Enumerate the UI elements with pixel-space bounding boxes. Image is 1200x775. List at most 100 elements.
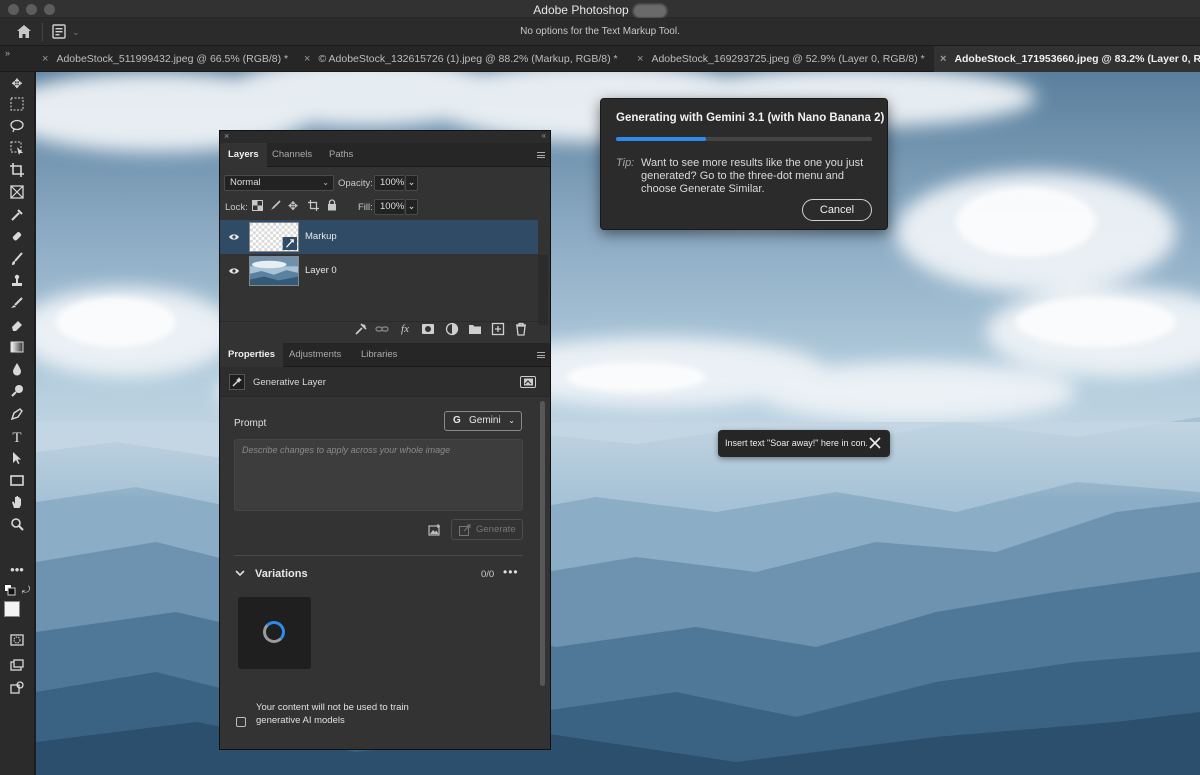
hand-icon[interactable] [8, 495, 26, 513]
tab-adjustments[interactable]: Adjustments [281, 343, 349, 367]
markup-layer-thumbnail [249, 222, 299, 252]
path-select-icon[interactable] [8, 451, 26, 469]
eraser-icon[interactable] [8, 318, 26, 336]
tab-channels[interactable]: Channels [264, 143, 320, 167]
eyedropper-icon[interactable] [8, 208, 26, 226]
tab-label: AdobeStock_511999432.jpeg @ 66.5% (RGB/8… [56, 53, 289, 65]
tab-label: AdobeStock_169293725.jpeg @ 52.9% (Layer… [651, 53, 925, 65]
close-panel-icon[interactable]: × [224, 131, 229, 141]
layers-panel-menu-icon[interactable] [537, 152, 545, 158]
more-options-icon[interactable]: ••• [503, 565, 519, 579]
photoshop-window: Adobe Photoshop ⌄ No options for the Tex… [0, 0, 1200, 775]
lasso-icon[interactable] [8, 119, 26, 137]
markup-note[interactable]: Insert text "Soar away!" here in con... [718, 430, 890, 457]
dodge-icon[interactable] [8, 384, 26, 402]
new-layer-icon[interactable] [491, 322, 505, 336]
collapse-panel-icon[interactable]: « [542, 131, 546, 140]
generative-image-icon[interactable] [520, 376, 536, 388]
document-tab-4[interactable]: × AdobeStock_171953660.jpeg @ 83.2% (Laye… [934, 46, 1200, 72]
generative-layer-icon [229, 374, 245, 390]
object-select-icon[interactable] [8, 141, 26, 159]
blurred-title-region [632, 3, 667, 18]
tab-layers[interactable]: Layers [220, 143, 267, 167]
close-tab-icon[interactable]: × [304, 53, 310, 65]
opacity-input[interactable]: 100% [374, 175, 404, 191]
group-folder-icon[interactable] [468, 322, 482, 336]
close-tab-icon[interactable]: × [940, 53, 946, 65]
lock-position-icon[interactable]: ✥ [288, 199, 298, 213]
more-tools-icon[interactable]: ••• [8, 561, 26, 579]
chain-link-icon[interactable] [375, 322, 389, 336]
trash-icon[interactable] [514, 322, 528, 336]
default-colors-icon[interactable] [4, 583, 16, 596]
tab-properties[interactable]: Properties [220, 343, 283, 367]
type-icon[interactable]: T [8, 429, 26, 447]
model-select[interactable]: G Gemini ⌄ [444, 411, 522, 431]
marquee-icon[interactable] [8, 97, 26, 115]
blend-mode-select[interactable]: Normal ⌄ [224, 175, 334, 191]
cancel-button[interactable]: Cancel [802, 199, 872, 221]
variation-thumbnail-loading[interactable] [238, 597, 311, 669]
brush-icon[interactable] [8, 252, 26, 270]
tab-paths[interactable]: Paths [321, 143, 361, 167]
expand-panels-icon[interactable]: » [5, 48, 10, 58]
lock-all-icon[interactable] [327, 199, 337, 211]
layers-scroll-track[interactable] [538, 255, 548, 325]
foreground-color-swatch[interactable] [4, 601, 20, 617]
tab-label: AdobeStock_171953660.jpeg @ 83.2% (Layer… [954, 53, 1200, 65]
screen-mode-icon[interactable] [8, 659, 26, 677]
quick-mask-icon[interactable] [8, 633, 26, 651]
fill-dropdown-icon[interactable]: ⌄ [405, 199, 418, 215]
generating-title: Generating with Gemini 3.1 (with Nano Ba… [616, 112, 885, 124]
link-layers-icon[interactable] [354, 322, 368, 336]
section-divider [234, 555, 523, 556]
chevron-down-icon: ⌄ [508, 416, 515, 425]
close-tab-icon[interactable]: × [42, 53, 48, 65]
layer-row-markup[interactable]: Markup [220, 220, 538, 254]
zoom-icon[interactable] [8, 517, 26, 535]
document-tab-1[interactable]: × AdobeStock_511999432.jpeg @ 66.5% (RGB/… [36, 46, 301, 72]
document-tab-bar: » × AdobeStock_511999432.jpeg @ 66.5% (RG… [0, 46, 1200, 72]
opacity-dropdown-icon[interactable]: ⌄ [405, 175, 418, 191]
move-icon[interactable]: ✥ [8, 75, 26, 93]
fill-input[interactable]: 100% [374, 199, 404, 215]
document-tab-2[interactable]: × © AdobeStock_132615726 (1).jpeg @ 88.2%… [298, 46, 630, 72]
properties-scrollbar[interactable] [540, 401, 545, 686]
crop-icon[interactable] [8, 163, 26, 181]
chevron-down-icon[interactable] [235, 568, 245, 578]
fx-icon[interactable]: fx [398, 322, 412, 336]
tip-text: Want to see more results like the one yo… [641, 157, 864, 195]
visibility-eye-icon[interactable] [228, 231, 240, 243]
lock-transparent-pixels-icon[interactable] [252, 200, 263, 211]
layer-name: Layer 0 [305, 265, 337, 276]
adjustment-layer-icon[interactable] [445, 322, 459, 336]
swap-colors-icon[interactable]: ⤾ [20, 582, 32, 596]
spot-healing-icon[interactable] [8, 230, 26, 248]
properties-panel-menu-icon[interactable] [537, 352, 545, 358]
layer-row-layer0[interactable]: Layer 0 [220, 254, 538, 288]
reference-image-icon[interactable] [428, 523, 442, 537]
generate-button[interactable]: Generate [451, 519, 523, 540]
frame-icon[interactable] [8, 185, 26, 203]
lock-image-pixels-icon[interactable] [270, 200, 281, 211]
progress-fill [616, 137, 706, 141]
visibility-eye-icon[interactable] [228, 265, 240, 277]
gradient-icon[interactable] [8, 340, 26, 358]
rectangle-icon[interactable] [8, 473, 26, 491]
history-brush-icon[interactable] [8, 296, 26, 314]
stamp-icon[interactable] [8, 274, 26, 292]
blur-icon[interactable] [8, 362, 26, 380]
add-mask-icon[interactable] [421, 322, 435, 336]
lock-artboard-icon[interactable] [308, 200, 319, 211]
generate-icon [459, 524, 471, 536]
properties-tab-row: Properties Adjustments Libraries [220, 343, 550, 367]
layer-name: Markup [305, 231, 337, 242]
document-tab-3[interactable]: × AdobeStock_169293725.jpeg @ 52.9% (Laye… [631, 46, 933, 72]
prompt-placeholder: Describe changes to apply across your wh… [242, 445, 451, 455]
prompt-input[interactable]: Describe changes to apply across your wh… [234, 439, 523, 511]
tab-libraries[interactable]: Libraries [353, 343, 405, 367]
close-icon[interactable] [866, 434, 884, 452]
close-tab-icon[interactable]: × [637, 53, 643, 65]
pen-icon[interactable] [8, 407, 26, 425]
edit-toolbar-icon[interactable] [8, 681, 26, 699]
